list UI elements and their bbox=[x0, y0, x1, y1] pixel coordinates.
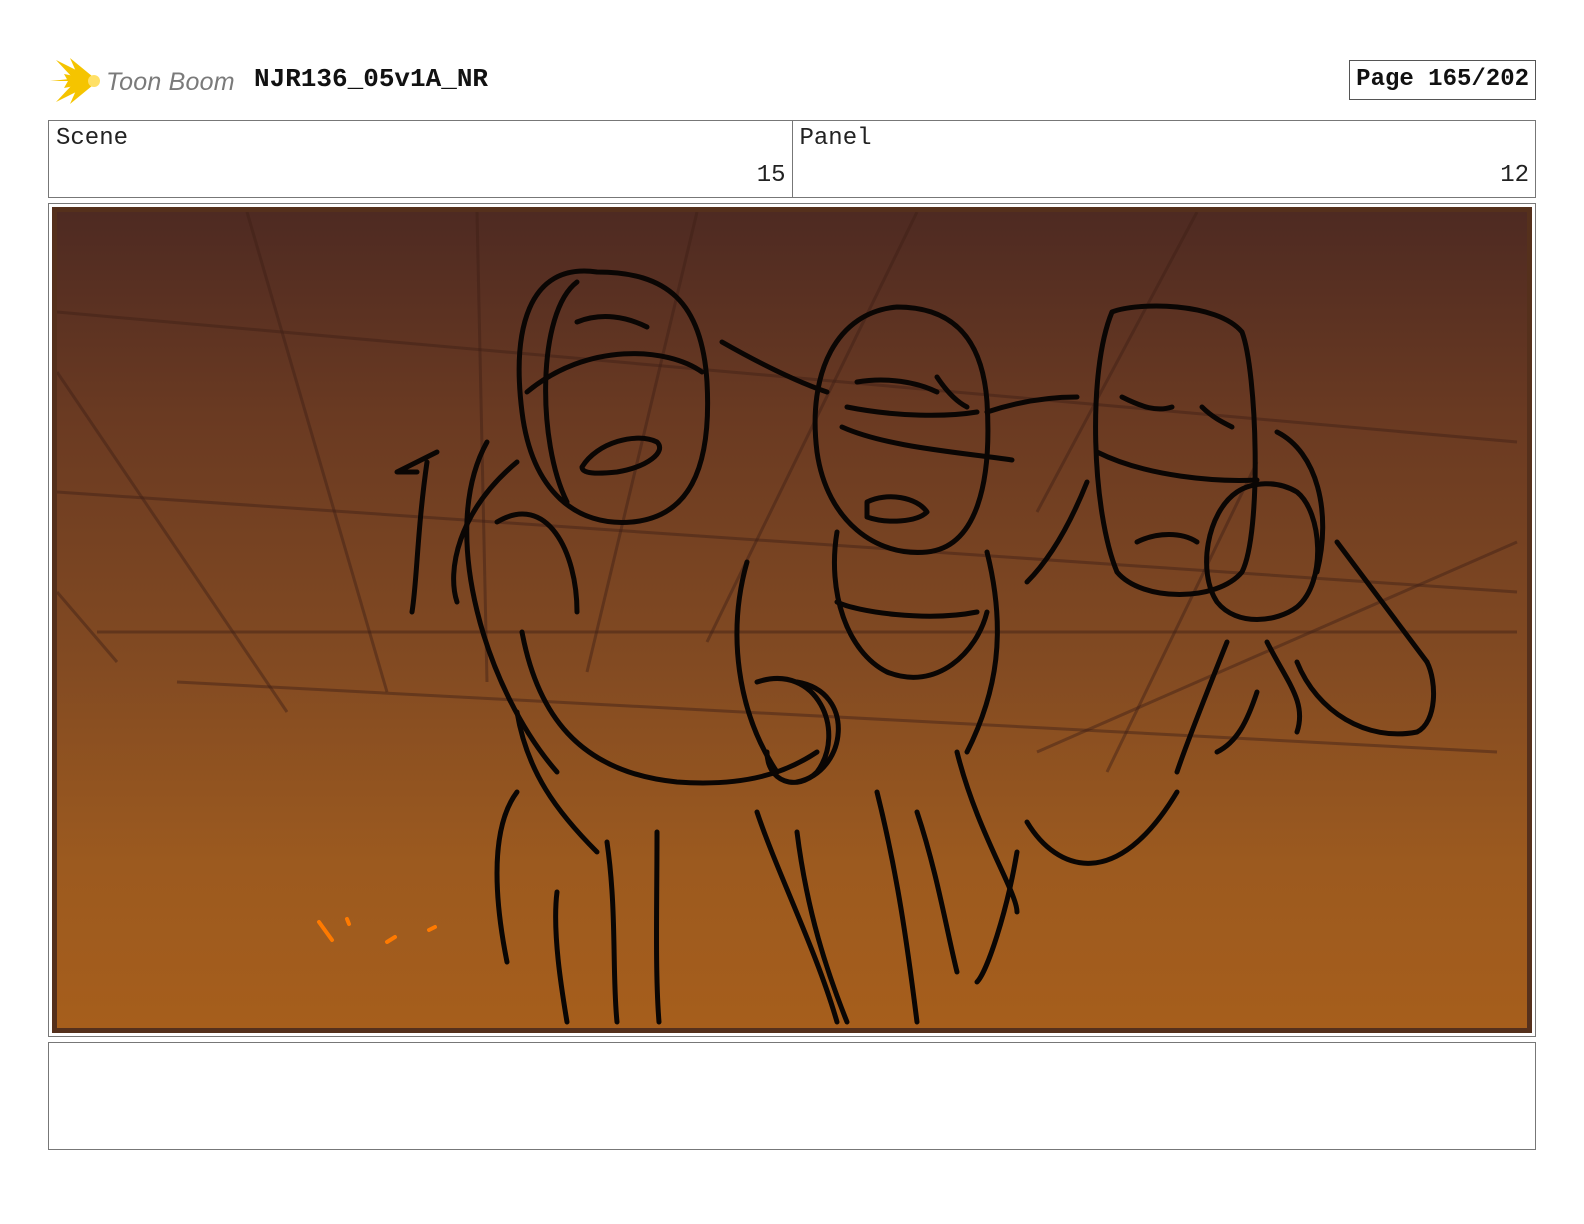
starburst-icon bbox=[50, 58, 100, 104]
panel-notes-box bbox=[48, 1042, 1536, 1150]
storyboard-sketch-icon bbox=[57, 212, 1518, 1025]
panel-label: Panel bbox=[799, 125, 872, 152]
toon-boom-logo: Toon Boom bbox=[50, 56, 250, 106]
document-title: NJR136_05v1A_NR bbox=[254, 64, 489, 94]
scene-label: Scene bbox=[56, 125, 129, 152]
panel-cell: Panel 12 bbox=[791, 121, 1536, 197]
logo-text: Toon Boom bbox=[106, 68, 235, 96]
page-number: Page 165/202 bbox=[1349, 60, 1536, 100]
scene-cell: Scene 15 bbox=[49, 121, 792, 197]
panel-value: 12 bbox=[1500, 162, 1529, 189]
scene-value: 15 bbox=[756, 162, 786, 189]
storyboard-panel-image bbox=[52, 207, 1532, 1033]
scene-panel-info: Scene 15 Panel 12 bbox=[48, 120, 1536, 198]
storyboard-header: Toon Boom NJR136_05v1A_NR Page 165/202 bbox=[48, 54, 1536, 106]
